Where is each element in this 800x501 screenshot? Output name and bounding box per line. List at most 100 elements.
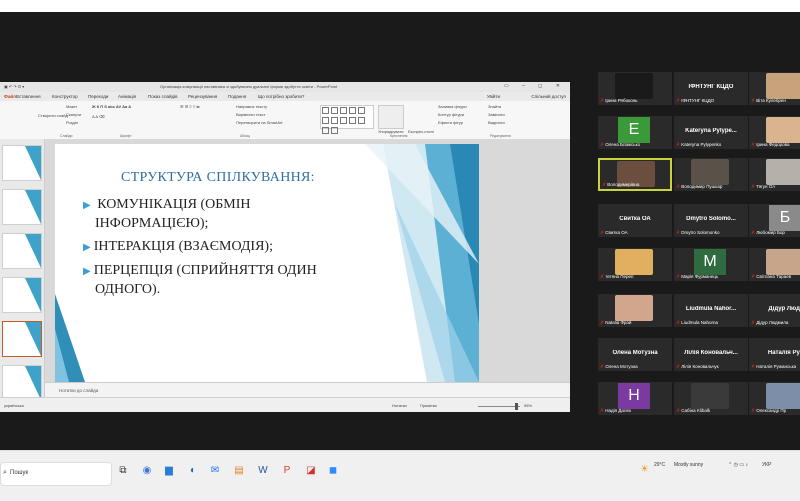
- find-button[interactable]: Знайти: [488, 104, 501, 109]
- participant-display-name: Наталія Руж: [767, 350, 800, 356]
- tab-review[interactable]: Рецензування: [188, 94, 217, 99]
- window-controls[interactable]: ▭ – ◻ ✕: [504, 83, 566, 89]
- select-button[interactable]: Виділити: [488, 120, 505, 125]
- participant-tile[interactable]: E ✗Олена Блажсько: [598, 116, 672, 149]
- current-slide[interactable]: СТРУКТУРА СПІЛКУВАННЯ: ▶ КОМУНІКАЦІЯ (ОБ…: [55, 144, 479, 382]
- tab-design[interactable]: Конструктор: [52, 94, 78, 99]
- slide-thumbnail[interactable]: [2, 145, 42, 181]
- participant-tile[interactable]: Дідур Люди ✗Дідур Людмила: [749, 294, 800, 327]
- smartart-button[interactable]: Перетворити на SmartArt: [236, 120, 283, 125]
- participant-video: [691, 383, 729, 409]
- slide-thumbnail[interactable]: [2, 277, 42, 313]
- participant-tile[interactable]: ✗Ірина Рябоконь: [598, 72, 672, 105]
- shape-outline-button[interactable]: Контур фігури: [438, 112, 464, 117]
- participant-tile[interactable]: ✗тетяна Переп: [598, 248, 672, 281]
- participant-name-label: ✗Свитка ОА: [600, 230, 628, 236]
- muted-mic-icon: ✗: [751, 142, 756, 148]
- notes-toggle[interactable]: Нотатки: [392, 403, 407, 408]
- store-icon[interactable]: ▤: [232, 464, 246, 478]
- mail-icon[interactable]: ✉: [208, 464, 222, 478]
- notes-pane[interactable]: Нотатки до слайда: [45, 382, 570, 398]
- weather-text[interactable]: Mostly sunny: [674, 462, 703, 468]
- participant-tile[interactable]: ✗Володимир Пушкар: [674, 158, 748, 191]
- tray-icons[interactable]: ⌃ ◷ ▭ ♪: [728, 462, 748, 468]
- participant-tile[interactable]: ✗Віта Кулебрен: [749, 72, 800, 105]
- shapes-gallery[interactable]: [320, 105, 374, 134]
- text-direction-button[interactable]: Напрямок тексту: [236, 104, 267, 109]
- font-controls[interactable]: Ж К П S abc AV Aa A: [92, 104, 131, 109]
- slide-thumbnail[interactable]: [2, 233, 42, 269]
- font-size-controls[interactable]: A A ⌫: [92, 114, 105, 119]
- explorer-icon[interactable]: ▆: [162, 464, 176, 478]
- participant-tile[interactable]: ✗Світлана Тараев: [749, 248, 800, 281]
- sign-in-link[interactable]: Увійти: [487, 94, 500, 99]
- tab-file[interactable]: Файл: [4, 94, 16, 99]
- participant-tile[interactable]: Kateryna Pylype... ✗Kateryna Pylypenko: [674, 116, 748, 149]
- section-button[interactable]: Розділ: [66, 120, 78, 125]
- task-view-icon[interactable]: ⧉: [116, 464, 130, 478]
- zoom-icon[interactable]: ◼: [326, 464, 340, 478]
- comments-toggle[interactable]: Примітки: [420, 403, 437, 408]
- participant-video: [766, 73, 800, 99]
- participant-tile[interactable]: Лілія Коновальч... ✗Лілія Коновальчук: [674, 338, 748, 371]
- align-text-button[interactable]: Вирівняти текст: [236, 112, 265, 117]
- participant-tile[interactable]: ✗Олександр Пр: [749, 382, 800, 415]
- zoom-slider[interactable]: [478, 406, 520, 407]
- quick-access-icons[interactable]: ▣ ↶ ↷ ⊡ ▾: [4, 84, 24, 89]
- chrome-icon[interactable]: ◉: [140, 464, 154, 478]
- participant-name-label: ✗Kateryna Pylypenko: [676, 142, 722, 148]
- slide-thumbnail[interactable]: [2, 365, 42, 401]
- participant-tile[interactable]: Liudmula Nahor... ✗Liudmula Nahorna: [674, 294, 748, 327]
- powerpoint-icon[interactable]: P: [280, 464, 294, 478]
- new-slide-button[interactable]: Створити слайд: [38, 113, 68, 118]
- participant-tile[interactable]: ✗Natalia Фрай: [598, 294, 672, 327]
- participant-tile[interactable]: H ✗Надія Далек: [598, 382, 672, 415]
- input-language[interactable]: УКР: [762, 462, 771, 468]
- participant-video: [766, 383, 800, 409]
- active-speaker-tile[interactable]: ✗Володимирівна: [598, 158, 672, 191]
- zoom-slider-handle[interactable]: [515, 403, 518, 410]
- tab-view[interactable]: Подання: [228, 94, 246, 99]
- participant-tile[interactable]: ✗Ірина Федорова: [749, 116, 800, 149]
- participant-tile[interactable]: ✗Тягун Ол: [749, 158, 800, 191]
- participant-name-label: ✗Ірина Рябоконь: [600, 98, 638, 104]
- bullet-arrow-icon: ▶: [83, 242, 91, 253]
- slide-thumbnails[interactable]: [0, 139, 45, 401]
- acrobat-icon[interactable]: ◪: [304, 464, 318, 478]
- tab-insert[interactable]: Вставлення: [16, 94, 41, 99]
- share-button[interactable]: Спільний доступ: [531, 94, 566, 99]
- participant-tile[interactable]: Dmytro Solomo... ✗Dmytro Solomonko: [674, 204, 748, 237]
- arrange-button[interactable]: [378, 105, 404, 129]
- participant-tile[interactable]: ІФНТУНГ КЦДО ✗ІФНТУНГ КЦДО: [674, 72, 748, 105]
- participant-name-label: ✗Олександр Пр: [751, 408, 787, 414]
- tell-me-search[interactable]: Що потрібно зробити?: [258, 94, 304, 99]
- quick-styles-label[interactable]: Експрес-стилі: [408, 129, 434, 134]
- tab-animations[interactable]: Анімація: [118, 94, 136, 99]
- participant-tile[interactable]: M ✗Марія Фурманець: [674, 248, 748, 281]
- zoom-level[interactable]: 95%: [524, 403, 532, 408]
- taskbar-search[interactable]: ⌕ Пошук: [0, 462, 112, 486]
- participant-tile[interactable]: Свитка ОА ✗Свитка ОА: [598, 204, 672, 237]
- slide-bullet: ▶ КОМУНІКАЦІЯ (ОБМІН ІНФОРМАЦІЄЮ);: [83, 197, 251, 231]
- group-paragraph: Абзац: [240, 134, 250, 138]
- tab-transitions[interactable]: Переходи: [88, 94, 108, 99]
- participant-tile[interactable]: Б ✗Любомир Бор: [749, 204, 800, 237]
- reset-button[interactable]: Скинути: [66, 112, 81, 117]
- layout-button[interactable]: Макет: [66, 104, 77, 109]
- shape-effects-button[interactable]: Ефекти фігур: [438, 120, 463, 125]
- shape-fill-button[interactable]: Заливка фігури: [438, 104, 467, 109]
- muted-mic-icon: ✗: [751, 98, 756, 104]
- slide-thumbnail[interactable]: [2, 189, 42, 225]
- participant-video: [691, 159, 729, 185]
- tab-slideshow[interactable]: Показ слайдів: [148, 94, 177, 99]
- replace-button[interactable]: Замінити: [488, 112, 505, 117]
- weather-temp[interactable]: 29°C: [654, 462, 665, 468]
- participant-tile[interactable]: ✗Сабіна Klibalk: [674, 382, 748, 415]
- participant-tile[interactable]: Наталія Руж ✗Наталія Ружанська: [749, 338, 800, 371]
- edge-icon[interactable]: ◐: [186, 464, 200, 478]
- slide-bullet: ▶ ІНТЕРАКЦІЯ (ВЗАЄМОДІЯ);: [83, 239, 273, 254]
- participant-tile[interactable]: Олена Мотузна ✗Олена Мотузна: [598, 338, 672, 371]
- word-icon[interactable]: W: [256, 464, 270, 478]
- paragraph-controls[interactable]: ☰ ☰ ≡ ≡ ⇆: [180, 104, 200, 109]
- slide-thumbnail-selected[interactable]: [2, 321, 42, 357]
